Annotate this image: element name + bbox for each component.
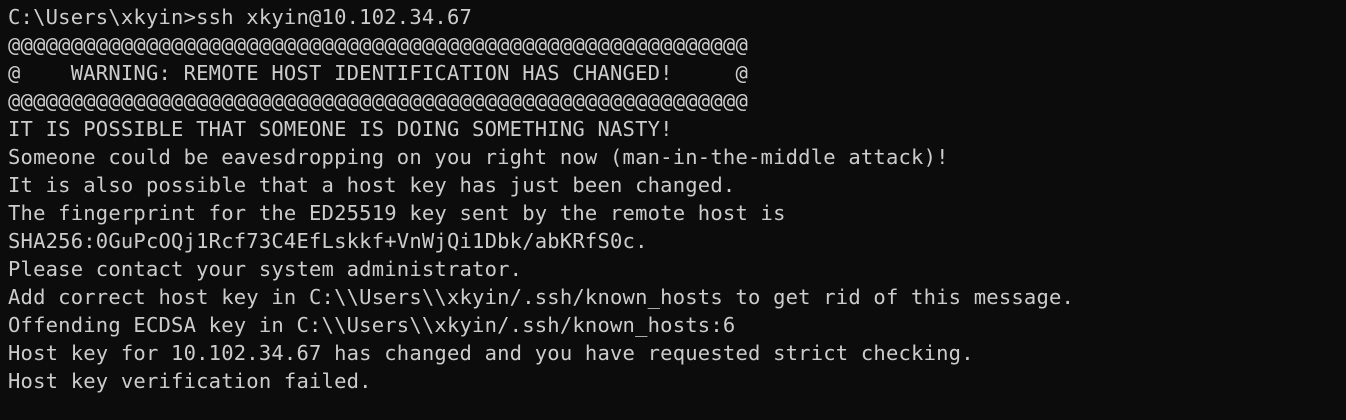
output-line: Host key for 10.102.34.67 has changed an… (8, 341, 974, 365)
output-line: Someone could be eavesdropping on you ri… (8, 145, 949, 169)
error-line: Host key verification failed. (8, 369, 372, 393)
warning-banner-top-border: @@@@@@@@@@@@@@@@@@@@@@@@@@@@@@@@@@@@@@@@… (8, 33, 748, 57)
warning-banner-text: @ WARNING: REMOTE HOST IDENTIFICATION HA… (8, 61, 748, 85)
output-line: Offending ECDSA key in C:\\Users\\xkyin/… (8, 313, 736, 337)
output-line: Please contact your system administrator… (8, 257, 523, 281)
output-line: It is also possible that a host key has … (8, 173, 736, 197)
fingerprint-line: SHA256:0GuPcOQj1Rcf73C4EfLskkf+VnWjQi1Db… (8, 229, 648, 253)
command-prompt-line: C:\Users\xkyin>ssh xkyin@10.102.34.67 (8, 5, 473, 29)
terminal-window[interactable]: C:\Users\xkyin>ssh xkyin@10.102.34.67 @@… (0, 0, 1346, 420)
output-line: Add correct host key in C:\\Users\\xkyin… (8, 285, 1075, 309)
warning-banner-bottom-border: @@@@@@@@@@@@@@@@@@@@@@@@@@@@@@@@@@@@@@@@… (8, 89, 748, 113)
output-line: The fingerprint for the ED25519 key sent… (8, 201, 786, 225)
output-line: IT IS POSSIBLE THAT SOMEONE IS DOING SOM… (8, 117, 673, 141)
